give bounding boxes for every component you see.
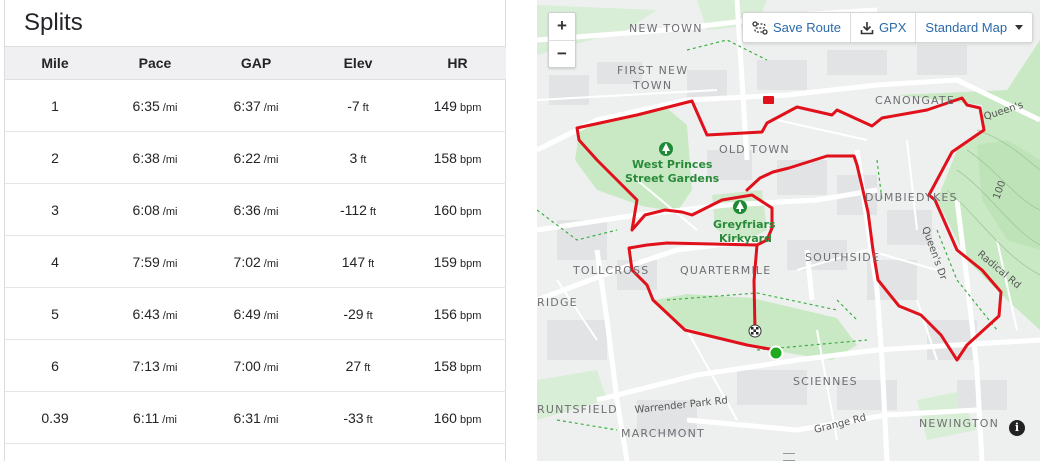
split-row: 6 7:13/mi 7:00/mi 27 ft 158 bpm: [5, 339, 506, 392]
info-icon[interactable]: i: [1009, 420, 1025, 436]
zoom-in-button[interactable]: +: [549, 13, 575, 41]
park-greyfriars: Greyfriars: [713, 218, 776, 231]
rail-station-icon: [763, 96, 774, 104]
header-mile: Mile: [5, 46, 105, 80]
split-gap: 7:02/mi: [205, 235, 307, 288]
split-hr: 149 bpm: [409, 79, 506, 132]
split-row: 1 6:35/mi 6:37/mi -7 ft 149 bpm: [5, 79, 506, 132]
place-new-town: NEW TOWN: [629, 22, 703, 35]
place-first-new-town-2: TOWN: [632, 79, 672, 92]
resize-handle-icon[interactable]: [783, 453, 795, 461]
save-route-label: Save Route: [773, 20, 841, 35]
place-marchmont: MARCHMONT: [621, 427, 705, 440]
header-hr: HR: [409, 46, 506, 80]
place-dumbiedykes: DUMBIEDYKES: [865, 191, 958, 204]
route-map[interactable]: NEW TOWN FIRST NEW TOWN CANONGATE OLD TO…: [537, 0, 1040, 461]
map-toolbar: Save Route GPX Standard Map: [742, 12, 1034, 43]
split-elev: -112 ft: [307, 183, 409, 236]
save-route-button[interactable]: Save Route: [743, 13, 851, 42]
split-hr: 159 bpm: [409, 235, 506, 288]
split-hr: 158 bpm: [409, 131, 506, 184]
header-elev: Elev: [307, 46, 409, 80]
splits-header-row: Mile Pace GAP Elev HR: [5, 46, 506, 80]
chevron-down-icon: [1015, 25, 1024, 30]
split-row: 4 7:59/mi 7:02/mi 147 ft 159 bpm: [5, 235, 506, 288]
place-quartermile: QUARTERMILE: [680, 264, 771, 277]
map-canvas: NEW TOWN FIRST NEW TOWN CANONGATE OLD TO…: [537, 0, 1040, 461]
split-gap: 7:00/mi: [205, 339, 307, 392]
split-pace: 7:13/mi: [105, 339, 205, 392]
split-gap: 6:22/mi: [205, 131, 307, 184]
route-icon: [752, 20, 768, 35]
split-row: 2 6:38/mi 6:22/mi 3 ft 158 bpm: [5, 131, 506, 184]
place-old-town: OLD TOWN: [719, 143, 790, 156]
gpx-export-button[interactable]: GPX: [851, 13, 917, 42]
split-mile: 2: [5, 131, 105, 184]
download-icon: [860, 21, 874, 34]
split-hr: 160 bpm: [409, 183, 506, 236]
split-gap: 6:37/mi: [205, 79, 307, 132]
split-pace: 7:59/mi: [105, 235, 205, 288]
split-pace: 6:43/mi: [105, 287, 205, 340]
splits-panel: Splits Mile Pace GAP Elev HR 1 6:35/mi 6:3…: [4, 0, 506, 461]
tree-icon: [659, 142, 673, 156]
split-gap: 6:36/mi: [205, 183, 307, 236]
finish-marker: [748, 324, 762, 338]
split-pace: 6:11/mi: [105, 391, 205, 444]
split-gap: 6:31/mi: [205, 391, 307, 444]
place-southside: SOUTHSIDE: [805, 251, 880, 264]
header-gap: GAP: [205, 46, 307, 80]
split-mile: 4: [5, 235, 105, 288]
split-elev: -29 ft: [307, 287, 409, 340]
split-elev: -7 ft: [307, 79, 409, 132]
tree-icon: [733, 200, 747, 214]
place-tollcross: TOLLCROSS: [572, 264, 649, 277]
split-row: 5 6:43/mi 6:49/mi -29 ft 156 bpm: [5, 287, 506, 340]
zoom-controls: + −: [548, 12, 576, 68]
place-first-new-town: FIRST NEW: [617, 64, 688, 77]
start-marker: [768, 345, 784, 361]
split-mile: 3: [5, 183, 105, 236]
gpx-label: GPX: [878, 20, 907, 35]
split-hr: 156 bpm: [409, 287, 506, 340]
splits-table: Mile Pace GAP Elev HR 1 6:35/mi 6:37/mi -7 f…: [5, 46, 506, 444]
split-elev: 27 ft: [307, 339, 409, 392]
map-style-label: Standard Map: [925, 20, 1008, 35]
map-style-dropdown[interactable]: Standard Map: [916, 13, 1032, 42]
place-canongate: CANONGATE: [875, 94, 955, 107]
split-mile: 1: [5, 79, 105, 132]
split-elev: -33 ft: [307, 391, 409, 444]
place-bruntsfield: RUNTSFIELD: [537, 403, 618, 416]
split-row: 3 6:08/mi 6:36/mi -112 ft 160 bpm: [5, 183, 506, 236]
split-mile: 6: [5, 339, 105, 392]
place-newington: NEWINGTON: [919, 417, 999, 430]
zoom-out-button[interactable]: −: [549, 41, 575, 68]
place-sciennes: SCIENNES: [793, 375, 858, 388]
split-pace: 6:35/mi: [105, 79, 205, 132]
split-pace: 6:08/mi: [105, 183, 205, 236]
park-greyfriars-2: Kirkyard: [719, 232, 772, 245]
split-elev: 3 ft: [307, 131, 409, 184]
split-mile: 5: [5, 287, 105, 340]
split-pace: 6:38/mi: [105, 131, 205, 184]
split-hr: 158 bpm: [409, 339, 506, 392]
splits-title: Splits: [24, 9, 83, 36]
place-bridge: RIDGE: [537, 296, 578, 309]
park-west-princes-2: Street Gardens: [625, 172, 720, 185]
road-grange: Grange Rd: [813, 412, 867, 436]
road-queens-dr: Queen's Dr: [919, 225, 949, 282]
park-west-princes: West Princes: [632, 158, 713, 171]
split-row: 0.39 6:11/mi 6:31/mi -33 ft 160 bpm: [5, 391, 506, 444]
split-gap: 6:49/mi: [205, 287, 307, 340]
split-mile: 0.39: [5, 391, 105, 444]
split-elev: 147 ft: [307, 235, 409, 288]
header-pace: Pace: [105, 46, 205, 80]
split-hr: 160 bpm: [409, 391, 506, 444]
